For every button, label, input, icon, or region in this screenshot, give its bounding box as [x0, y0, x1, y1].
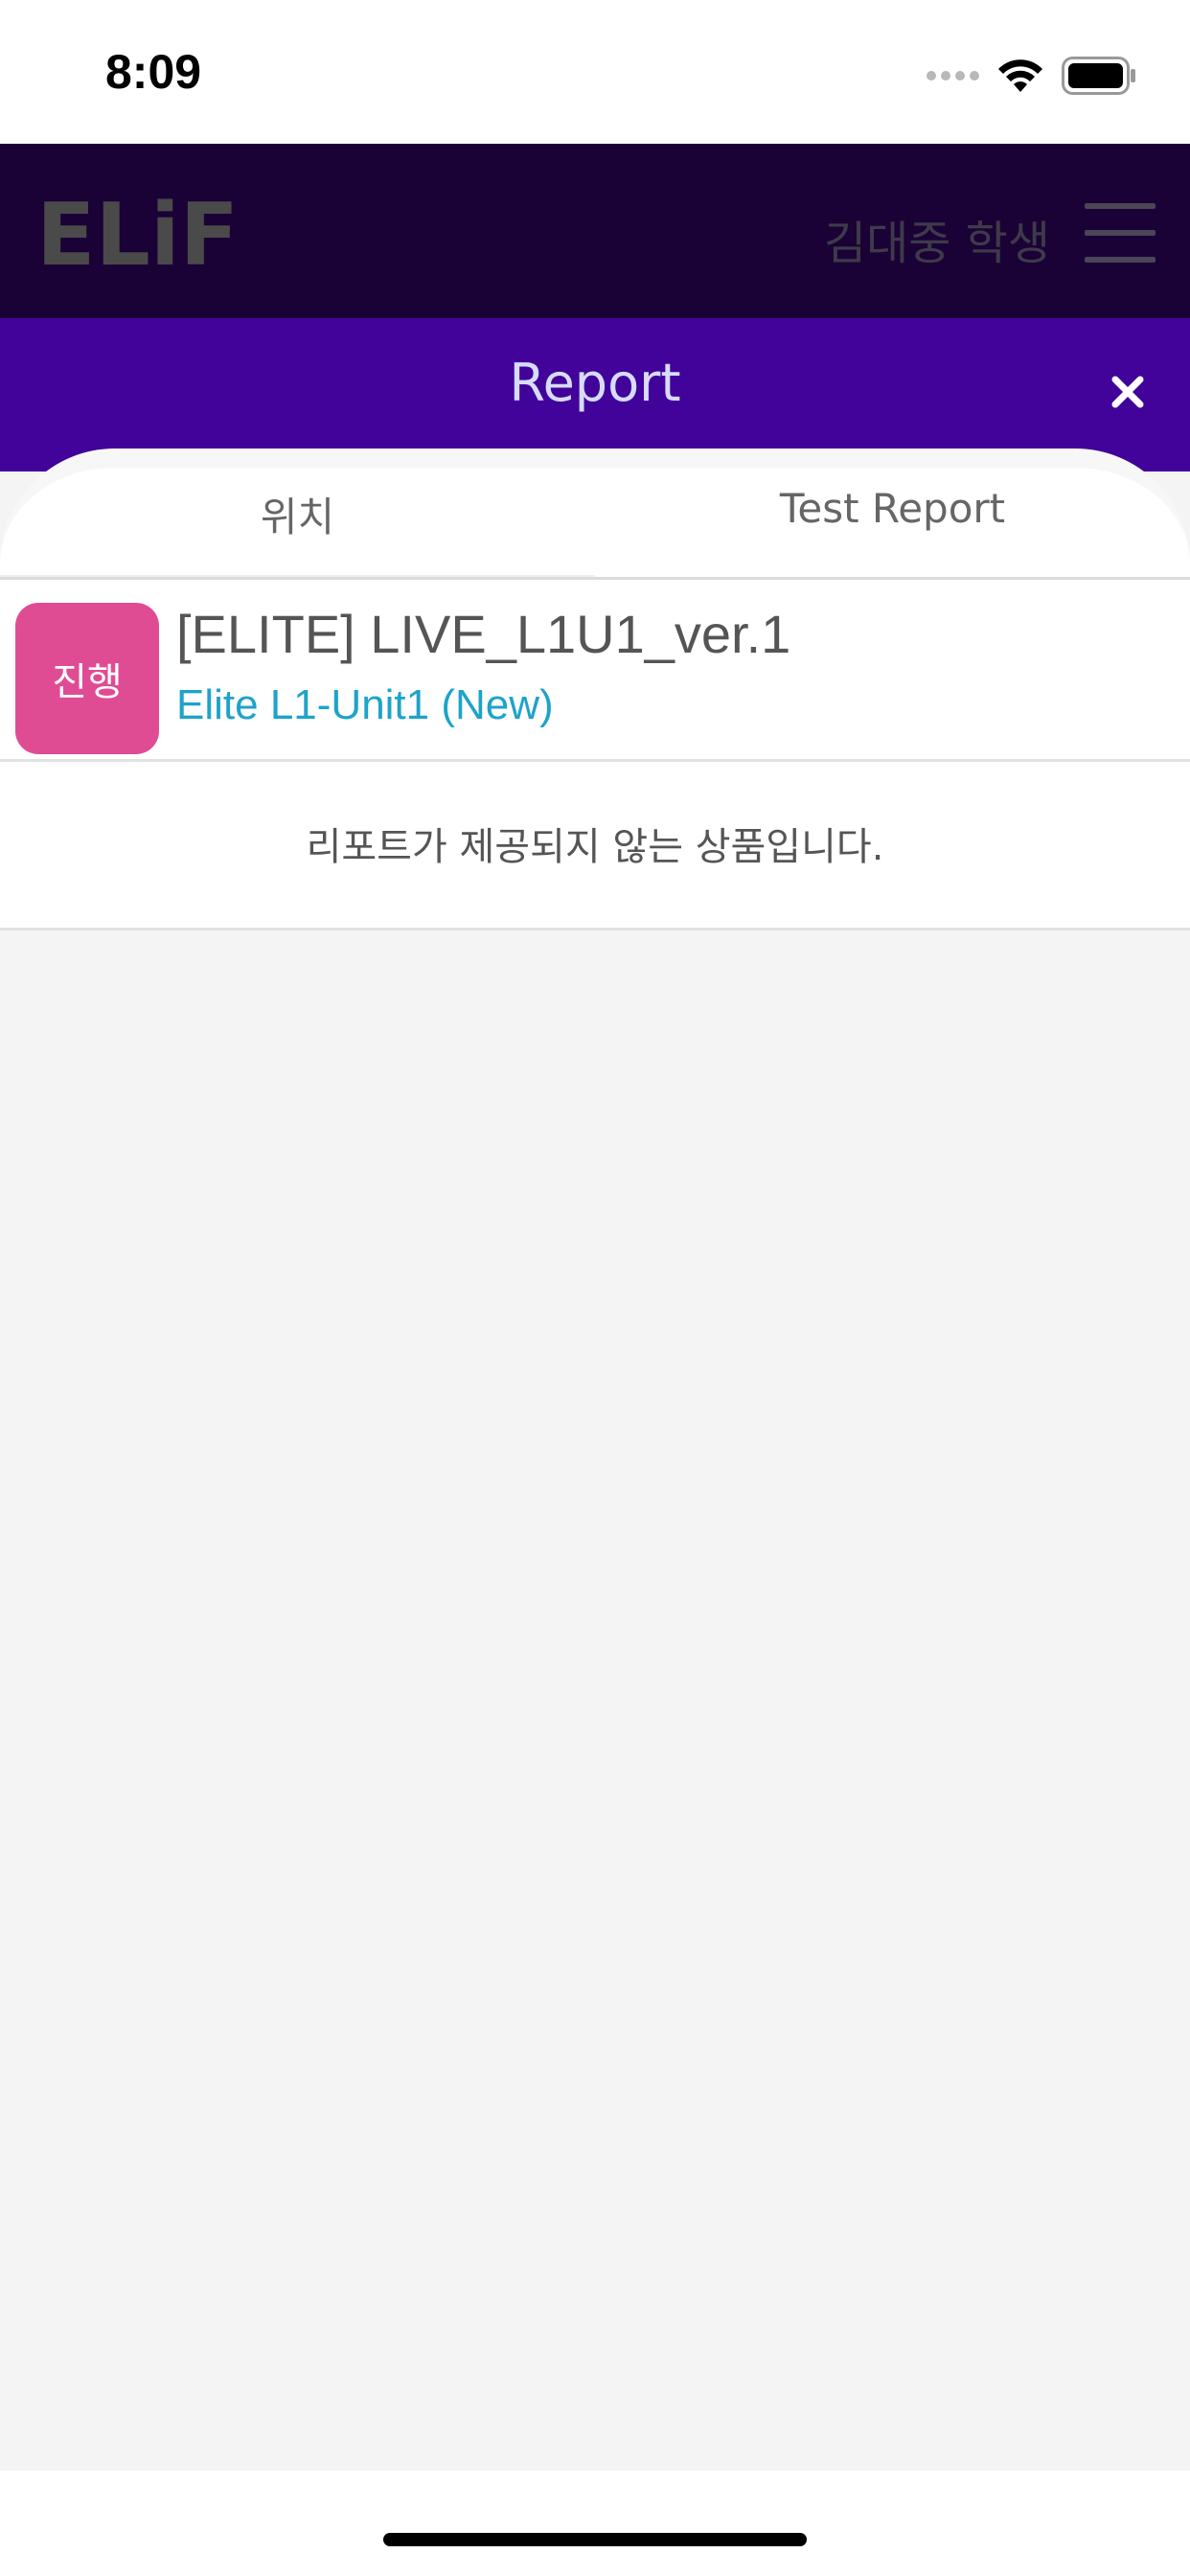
notice-box: 리포트가 제공되지 않는 상품입니다.: [0, 762, 1190, 931]
elif-logo[interactable]: ELiF: [36, 185, 239, 286]
battery-icon: [1062, 57, 1136, 95]
close-icon[interactable]: [1108, 372, 1148, 412]
report-title: Report: [509, 353, 681, 413]
tab-location[interactable]: 위치: [0, 485, 595, 543]
user-name: 김대중 학생: [823, 217, 1050, 270]
status-icons: [927, 54, 1136, 98]
notice-text: 리포트가 제공되지 않는 상품입니다.: [306, 825, 884, 869]
course-title: [ELITE] LIVE_L1U1_ver.1: [176, 604, 791, 664]
course-subtitle: Elite L1-Unit1 (New): [176, 681, 554, 728]
signal-icon: [927, 71, 979, 80]
app-header: ELiF 김대중 학생: [0, 144, 1190, 318]
report-tabs: 위치 Test Report: [0, 448, 1190, 577]
home-indicator[interactable]: [383, 2533, 807, 2546]
menu-icon[interactable]: [1085, 203, 1156, 263]
status-time: 8:09: [105, 45, 202, 99]
course-row[interactable]: 진행 [ELITE] LIVE_L1U1_ver.1 Elite L1-Unit…: [0, 580, 1190, 762]
tab-test-report[interactable]: Test Report: [595, 485, 1190, 532]
wifi-icon: [996, 58, 1044, 94]
bottom-bar: [0, 2471, 1190, 2576]
svg-text:ELiF: ELiF: [36, 190, 234, 276]
status-bar: 8:09: [0, 0, 1190, 144]
status-badge: 진행: [15, 603, 159, 754]
